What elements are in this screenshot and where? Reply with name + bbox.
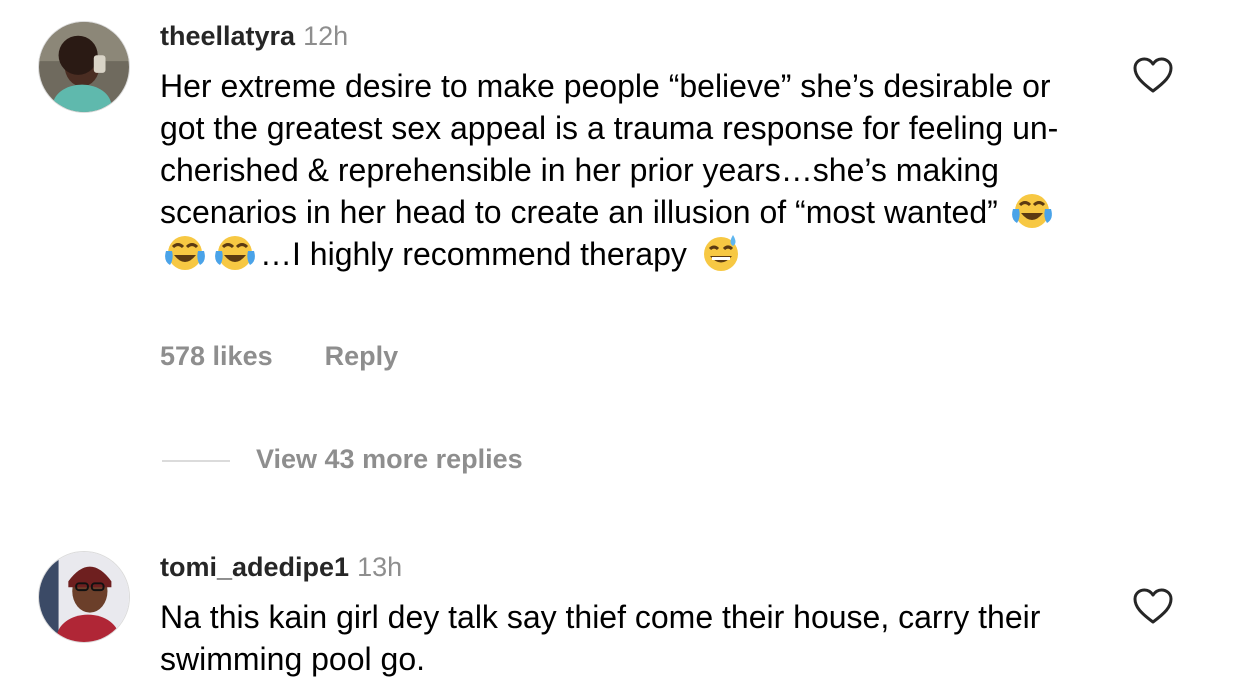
comment-header: theellatyra 12h <box>160 20 348 52</box>
comment-text-part: …I highly recommend therapy <box>260 236 696 272</box>
comment-header: tomi_adedipe1 13h <box>160 551 402 583</box>
view-more-replies-label[interactable]: View 43 more replies <box>256 444 523 475</box>
comment-text: Her extreme desire to make people “belie… <box>160 65 1100 275</box>
timestamp: 13h <box>357 552 403 582</box>
comment-text: Na this kain girl dey talk say thief com… <box>160 599 1041 677</box>
likes-count[interactable]: 578 likes <box>160 341 273 372</box>
like-button[interactable] <box>1132 587 1174 625</box>
face-with-tears-of-joy-icon <box>213 233 257 273</box>
avatar[interactable] <box>38 21 130 113</box>
grinning-face-with-sweat-icon <box>699 233 743 273</box>
comment-actions: 578 likes Reply <box>160 341 398 372</box>
heart-outline-icon <box>1133 57 1173 93</box>
heart-outline-icon <box>1133 588 1173 624</box>
face-with-tears-of-joy-icon <box>1010 191 1054 231</box>
timestamp: 12h <box>303 21 349 51</box>
comment-text-part: Her extreme desire to make people “belie… <box>160 68 1059 230</box>
username[interactable]: theellatyra <box>160 21 295 51</box>
username[interactable]: tomi_adedipe1 <box>160 552 349 582</box>
reply-button[interactable]: Reply <box>325 341 399 372</box>
avatar[interactable] <box>38 551 130 643</box>
like-button[interactable] <box>1132 56 1174 94</box>
face-with-tears-of-joy-icon <box>163 233 207 273</box>
replies-divider <box>162 460 230 462</box>
